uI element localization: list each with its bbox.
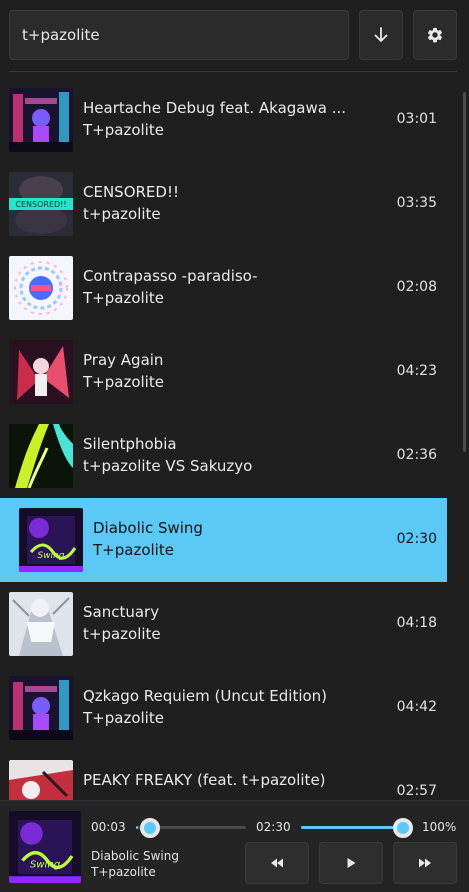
next-button[interactable] (393, 842, 457, 884)
fast-forward-icon (419, 858, 431, 868)
track-duration: 03:01 (396, 111, 437, 127)
track-duration: 02:08 (396, 279, 437, 295)
track-row[interactable]: Pray Again T+pazolite 04:23 (0, 330, 447, 414)
gear-icon (427, 27, 443, 43)
track-duration: 04:18 (396, 615, 437, 631)
track-duration: 02:57 (396, 783, 437, 799)
current-time: 00:03 (91, 820, 126, 834)
track-list[interactable]: Heartache Debug feat. Akagawa ... T+pazol… (0, 78, 458, 800)
play-button[interactable] (319, 842, 383, 884)
track-title: Silentphobia (83, 435, 177, 453)
search-bar[interactable] (9, 10, 349, 60)
album-cover: CENSORED!! (9, 172, 73, 236)
track-row[interactable]: CENSORED!! CENSORED!! t+pazolite 03:35 (0, 162, 447, 246)
search-input[interactable] (22, 26, 336, 44)
previous-button[interactable] (245, 842, 309, 884)
svg-text:Swing: Swing (38, 551, 65, 561)
play-icon (347, 858, 356, 868)
rewind-icon (271, 858, 283, 868)
track-duration: 04:23 (396, 363, 437, 379)
album-cover (9, 424, 73, 488)
now-playing-artist: T+pazolite (91, 865, 156, 879)
track-row[interactable]: Contrapasso -paradiso- T+pazolite 02:08 (0, 246, 447, 330)
track-artist: T+pazolite (83, 289, 164, 307)
track-title: Qzkago Requiem (Uncut Edition) (83, 687, 328, 705)
volume-fill (301, 826, 403, 829)
volume-slider[interactable] (301, 826, 403, 829)
track-artist: T+pazolite (83, 121, 164, 139)
volume-label: 100% (422, 820, 457, 834)
svg-text:CENSORED!!: CENSORED!! (15, 200, 66, 209)
track-row[interactable]: Heartache Debug feat. Akagawa ... T+pazol… (0, 78, 447, 162)
album-cover (9, 676, 73, 740)
seek-thumb[interactable] (140, 818, 161, 838)
total-time: 02:30 (256, 820, 291, 834)
track-duration: 04:42 (396, 699, 437, 715)
track-artist: T+pazolite (83, 709, 164, 727)
track-row[interactable]: PEAKY FREAKY (feat. t+pazolite) 02:57 (0, 750, 447, 800)
track-artist: t+pazolite (83, 625, 161, 643)
track-title: Pray Again (83, 351, 164, 369)
track-title: CENSORED!! (83, 183, 179, 201)
track-artist: T+pazolite (83, 373, 164, 391)
arrow-down-icon (374, 27, 388, 42)
track-title: PEAKY FREAKY (feat. t+pazolite) (83, 771, 326, 789)
settings-button[interactable] (413, 10, 457, 60)
now-playing-title: Diabolic Swing (91, 849, 179, 863)
album-cover (9, 88, 73, 152)
track-title: Diabolic Swing (93, 519, 203, 537)
download-button[interactable] (359, 10, 403, 60)
album-cover: Swing (19, 508, 83, 572)
player-bar: Swing 00:03 02:30 100% Diabolic Swing T+… (0, 800, 469, 892)
svg-text:Swing: Swing (30, 859, 61, 870)
track-row[interactable]: Qzkago Requiem (Uncut Edition) T+pazolite… (0, 666, 447, 750)
album-cover (9, 592, 73, 656)
track-row[interactable]: Sanctuary t+pazolite 04:18 (0, 582, 447, 666)
track-title: Sanctuary (83, 603, 160, 621)
track-artist: t+pazolite (83, 205, 161, 223)
divider (9, 71, 457, 72)
track-row[interactable]: Swing Diabolic Swing T+pazolite 02:30 (0, 498, 447, 582)
track-title: Contrapasso -paradiso- (83, 267, 258, 285)
track-artist: T+pazolite (93, 541, 174, 559)
volume-thumb[interactable] (393, 818, 413, 838)
track-duration: 03:35 (396, 195, 437, 211)
track-duration: 02:36 (396, 447, 437, 463)
album-cover (9, 256, 73, 320)
track-title: Heartache Debug feat. Akagawa ... (83, 99, 347, 117)
album-cover (9, 340, 73, 404)
scrollbar[interactable] (463, 92, 466, 452)
track-artist: t+pazolite VS Sakuzyo (83, 457, 253, 475)
album-cover (9, 760, 73, 800)
seek-fill (136, 826, 139, 829)
track-row[interactable]: Silentphobia t+pazolite VS Sakuzyo 02:36 (0, 414, 447, 498)
track-duration: 02:30 (396, 531, 437, 547)
now-playing-cover: Swing (9, 811, 81, 883)
